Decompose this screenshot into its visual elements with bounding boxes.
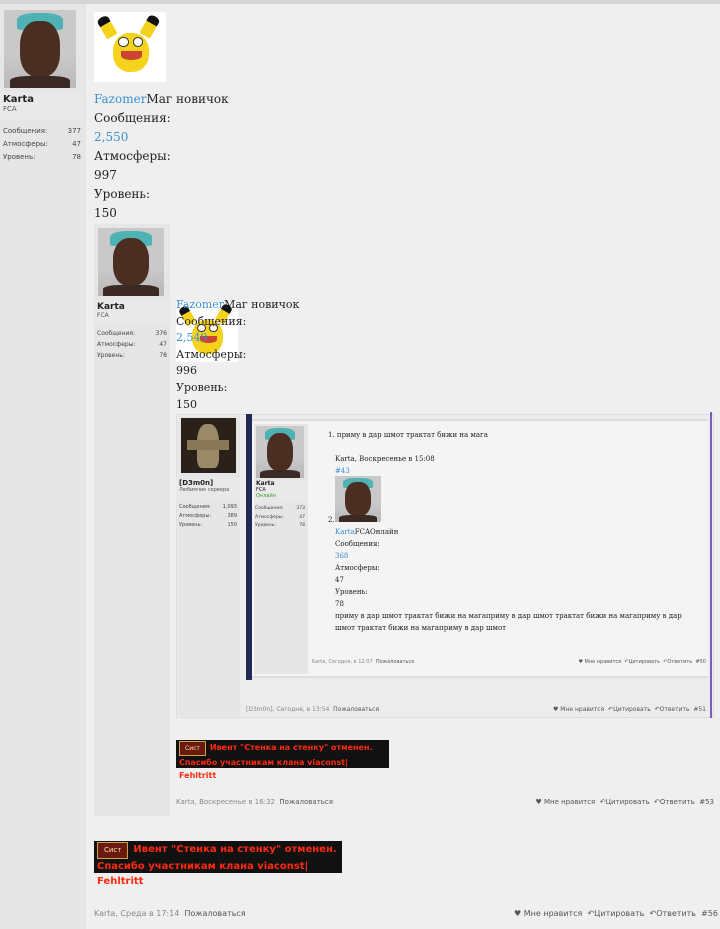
heart-icon: ♥ [552,706,559,713]
quote-button[interactable]: Цитировать [613,706,651,713]
nested-user-info: [D3m0n] Любимчик сервера [176,478,240,500]
event-banner: Сист Ивент "Стенка на стенку" отменен. Сп… [94,841,342,887]
list-item: 1. приму в дар шмот трактат бижи на мага [328,431,488,439]
reply-button[interactable]: Ответить [656,909,696,918]
report-link[interactable]: Пожаловаться [279,798,333,806]
user-stats-2: Сообщения: 376 Атмосферы: 47 Уровень: 78 [97,328,167,361]
username-2[interactable]: Karta [97,302,167,312]
signature-stats-2: FazomerМаг новичок Сообщения: 2,549 Атмо… [176,298,300,411]
inner-user-info: Karta FCA Онлайн [254,480,308,502]
quote-button[interactable]: Цитировать [606,798,650,806]
stat-row: Сообщения: 1,093 [179,504,237,510]
quote-button[interactable]: Цитировать [629,659,660,665]
like-button[interactable]: Мне нравится [524,909,583,918]
inner-post-footer: Karta, Сегодня, в 12:07 Пожаловаться ♥ М… [312,659,706,665]
signature-user-link-2[interactable]: Fazomer [176,298,224,311]
reply-button[interactable]: Ответить [660,798,695,806]
like-button[interactable]: Мне нравится [560,706,604,713]
like-button[interactable]: Мне нравится [585,659,622,665]
user-stats: Сообщения: 377 Атмосферы: 47 Уровень: 78 [3,125,81,164]
stat-row: Уровень: 78 [97,352,167,359]
inner-post-body: 1. приму в дар шмот трактат бижи на мага… [328,429,698,477]
nested-avatar[interactable] [181,418,236,473]
quote-button[interactable]: Цитировать [594,909,644,918]
signature-user-link[interactable]: Fazomer [94,92,146,106]
stat-row: Сообщения: 377 [3,127,81,135]
reply-button[interactable]: Ответить [660,706,690,713]
quote-cite: Karta, Воскресенье в 15:08 [335,455,435,463]
heart-icon: ♥ [578,659,583,665]
inner-avatar[interactable] [256,426,304,478]
post-footer-main: Karta, Среда в 17:14 Пожаловаться ♥ Мне … [94,909,718,918]
username[interactable]: Karta [3,94,81,105]
user-title: FCA [3,105,17,113]
event-banner-small: Сист Ивент "Стенка на стенку" отменен. Сп… [176,740,389,780]
messages-count-link[interactable]: 2,550 [94,128,229,147]
like-button[interactable]: Мне нравится [544,798,595,806]
user-info: Karta FCA [0,92,84,120]
nested-username[interactable]: [D3m0n] [179,479,237,487]
report-link[interactable]: Пожаловаться [333,706,379,713]
user-info-2: Karta FCA [94,300,170,324]
messages-count-link-2[interactable]: 2,549 [176,330,299,347]
heart-icon: ♥ [514,909,522,918]
inner-user-link[interactable]: Karta [335,528,355,536]
nested-post-footer: [D3m0n], Сегодня, в 13:54 Пожаловаться ♥… [246,706,706,713]
avatar[interactable] [4,10,76,88]
post-anchor-link[interactable]: #43 [328,465,698,477]
inner-user-stats: Сообщения: 373 Атмосферы: 47 Уровень: 78 [255,506,305,528]
signature-image [94,12,166,82]
report-link[interactable]: Пожаловаться [376,659,414,665]
inner-post-text: приму в дар шмот трактат бижи на магапри… [335,612,682,632]
nested-user-stats: Сообщения: 1,093 Атмосферы: 389 Уровень: 15… [179,503,237,530]
heart-icon: ♥ [535,798,542,806]
reply-button[interactable]: Ответить [667,659,692,665]
stat-row: Уровень: 78 [3,153,81,161]
quote-border-right [710,412,712,718]
stat-row: Уровень: 150 [179,522,237,528]
quote-bottom-line [252,676,708,678]
system-tag: Сист [97,842,129,859]
system-tag: Сист [179,741,206,756]
inner-quote-sig: 2. KartaFCAОнлайн Сообщения: 368 Атмосфе… [328,514,698,634]
signature-stats: FazomerМаг новичок Сообщения: 2,550 Атмо… [94,92,229,220]
post-footer-2: Karta, Воскресенье в 16:32 Пожаловаться … [176,798,714,806]
stat-row: Сообщения: 376 [97,330,167,337]
report-link[interactable]: Пожаловаться [184,909,245,918]
top-bar [0,0,720,4]
avatar-2[interactable] [98,228,164,296]
stat-row: Атмосферы: 47 [3,140,81,148]
stat-row: Атмосферы: 389 [179,513,237,519]
stat-row: Атмосферы: 47 [97,341,167,348]
